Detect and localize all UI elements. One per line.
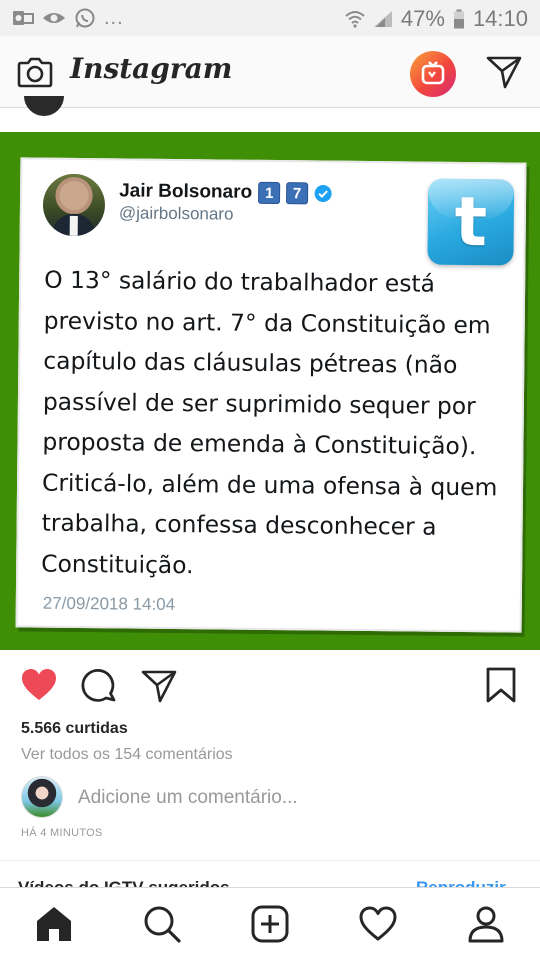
tweet-date: 27/09/2018 14:04	[42, 593, 176, 615]
verified-badge-icon	[314, 185, 332, 203]
eye-icon	[43, 13, 65, 23]
like-heart-icon[interactable]	[20, 666, 58, 704]
add-comment-input[interactable]: Adicione um comentário...	[78, 787, 298, 809]
search-icon[interactable]	[142, 904, 182, 944]
tweet-author-avatar	[42, 173, 106, 237]
activity-icon[interactable]	[358, 904, 398, 944]
share-icon[interactable]	[140, 666, 178, 704]
divider	[0, 860, 540, 861]
post-timestamp: HÁ 4 MINUTOS	[21, 827, 103, 839]
wifi-icon	[345, 11, 365, 28]
whatsapp-icon	[75, 8, 95, 28]
direct-icon[interactable]	[484, 52, 524, 92]
number-badge: 1	[258, 181, 281, 205]
bookmark-icon[interactable]	[482, 666, 520, 704]
status-bar: ... 47% 14:10	[0, 0, 540, 36]
twitter-logo: t	[427, 178, 515, 266]
clock: 14:10	[472, 6, 528, 31]
more-notifications: ...	[104, 7, 124, 29]
igtv-icon[interactable]	[410, 51, 456, 97]
tweet-author-row: Jair Bolsonaro 1 7	[119, 180, 332, 205]
number-badge: 7	[286, 182, 309, 205]
battery-icon	[453, 9, 464, 29]
profile-icon[interactable]	[466, 904, 506, 944]
outlook-icon	[13, 11, 34, 25]
home-icon[interactable]	[34, 904, 74, 944]
new-post-icon[interactable]	[250, 904, 290, 944]
post-image[interactable]: Jair Bolsonaro 1 7 @jairbolsonaro t O 13…	[0, 132, 540, 650]
app-header: Instagram	[0, 36, 540, 108]
signal-icon	[373, 11, 392, 27]
status-system: 47% 14:10	[345, 6, 528, 32]
bottom-nav	[0, 887, 540, 960]
post-actions	[0, 650, 540, 720]
battery-percent: 47%	[400, 6, 445, 31]
instagram-logo: Instagram	[70, 52, 233, 85]
twitter-logo-letter: t	[454, 182, 488, 263]
tweet-author-name: Jair Bolsonaro	[119, 180, 253, 203]
previous-post-avatar	[24, 96, 64, 116]
tweet-card: Jair Bolsonaro 1 7 @jairbolsonaro t O 13…	[15, 157, 527, 633]
camera-icon[interactable]	[16, 53, 54, 91]
tweet-author-handle: @jairbolsonaro	[118, 203, 234, 224]
current-user-avatar	[21, 776, 63, 818]
tweet-text: O 13° salário do trabalhador está previs…	[41, 265, 498, 579]
status-notifications: ...	[12, 7, 124, 29]
likes-count[interactable]: 5.566 curtidas	[21, 720, 128, 738]
comment-icon[interactable]	[80, 666, 118, 704]
view-all-comments-link[interactable]: Ver todos os 154 comentários	[21, 746, 233, 764]
